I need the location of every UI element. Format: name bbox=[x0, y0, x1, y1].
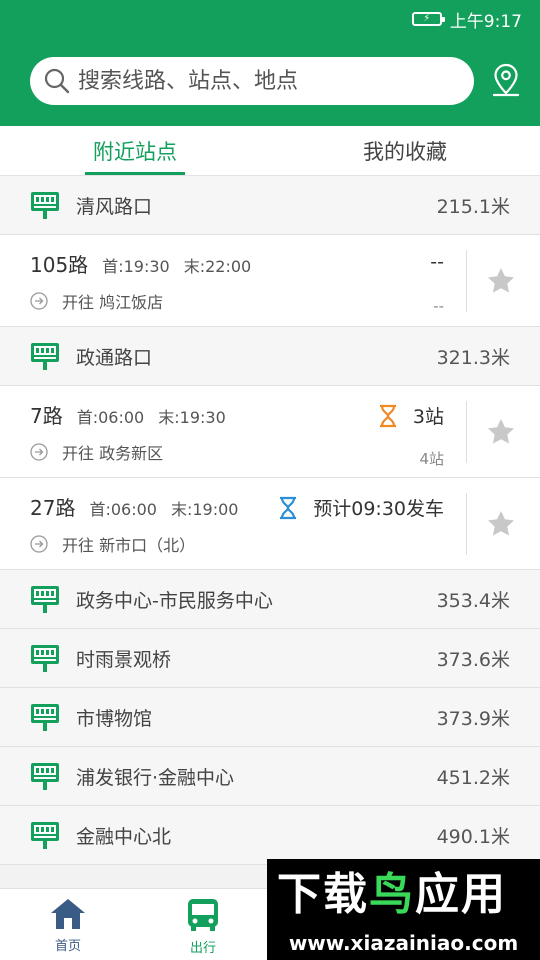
watermark-url: www.xiazainiao.com bbox=[288, 931, 519, 955]
route-last-time: 末:19:00 bbox=[170, 500, 239, 519]
arrival-status-text: 3站 bbox=[412, 406, 444, 428]
stop-row[interactable]: 浦发银行·金融中心 451.2米 bbox=[0, 747, 540, 806]
bus-icon bbox=[188, 899, 218, 931]
route-info: 27路 首:06:00 末:19:00 开往 新市口（北） 预计09:30发车 bbox=[0, 478, 466, 569]
stop-distance: 373.6米 bbox=[436, 648, 510, 671]
route-first-time: 首:19:30 bbox=[102, 257, 170, 276]
watermark-text-a: 下载 bbox=[277, 869, 369, 920]
search-icon bbox=[44, 68, 70, 94]
route-info: 7路 首:06:00 末:19:30 开往 政务新区 3站 4站 bbox=[0, 386, 466, 477]
route-name: 105路 bbox=[30, 253, 89, 277]
stop-name: 清风路口 bbox=[76, 195, 153, 218]
home-icon bbox=[51, 899, 85, 929]
stop-name: 时雨景观桥 bbox=[76, 648, 172, 671]
charging-icon: ⚡ bbox=[423, 13, 431, 24]
bus-stop-icon bbox=[30, 341, 60, 371]
stop-distance: 353.4米 bbox=[436, 589, 510, 612]
bus-stop-icon bbox=[30, 761, 60, 791]
hourglass-icon bbox=[280, 496, 297, 519]
app-header: ⚡ 上午9:17 bbox=[0, 0, 540, 126]
divider bbox=[466, 401, 467, 463]
stop-row[interactable]: 政通路口 321.3米 bbox=[0, 327, 540, 386]
bus-stop-icon bbox=[30, 702, 60, 732]
stop-name: 政通路口 bbox=[76, 346, 153, 369]
arrival-status-text: 预计09:30发车 bbox=[313, 498, 444, 520]
watermark-text-b: 鸟 bbox=[369, 869, 415, 920]
location-pin-icon bbox=[492, 63, 520, 97]
route-info: 105路 首:19:30 末:22:00 开往 鸠江饭店 -- -- bbox=[0, 235, 466, 326]
divider bbox=[466, 493, 467, 555]
favorite-star-icon[interactable] bbox=[486, 417, 516, 447]
nav-travel-label: 出行 bbox=[189, 941, 216, 956]
bus-stop-icon bbox=[30, 584, 60, 614]
route-name: 7路 bbox=[30, 404, 63, 428]
stop-distance: 215.1米 bbox=[436, 195, 510, 218]
bus-stop-icon bbox=[30, 820, 60, 850]
search-bar[interactable] bbox=[30, 57, 474, 105]
stop-row[interactable]: 清风路口 215.1米 bbox=[0, 176, 540, 235]
route-direction: 开往 新市口（北） bbox=[62, 536, 196, 555]
direction-arrow-icon bbox=[30, 292, 48, 310]
tab-bar: 附近站点 我的收藏 bbox=[0, 126, 540, 176]
watermark-logo: 下载鸟应用 bbox=[277, 865, 507, 925]
battery-icon: ⚡ bbox=[411, 12, 445, 26]
stop-row[interactable]: 时雨景观桥 373.6米 bbox=[0, 629, 540, 688]
status-time: 上午9:17 bbox=[449, 11, 522, 32]
direction-arrow-icon bbox=[30, 443, 48, 461]
tab-nearby-stops[interactable]: 附近站点 bbox=[0, 126, 270, 175]
route-row[interactable]: 105路 首:19:30 末:22:00 开往 鸠江饭店 -- -- bbox=[0, 235, 540, 327]
bus-stop-icon bbox=[30, 190, 60, 220]
stop-name: 政务中心-市民服务中心 bbox=[76, 589, 273, 612]
nav-travel[interactable]: 出行 bbox=[163, 897, 243, 956]
arrival-status: 预计09:30发车 bbox=[277, 494, 444, 521]
route-direction: 开往 政务新区 bbox=[62, 444, 164, 463]
stop-name: 浦发银行·金融中心 bbox=[76, 766, 235, 789]
stop-distance: 321.3米 bbox=[436, 346, 510, 369]
route-last-time: 末:22:00 bbox=[183, 257, 252, 276]
stop-row[interactable]: 金融中心北 490.1米 bbox=[0, 806, 540, 865]
search-input[interactable] bbox=[78, 68, 474, 94]
arrival-status: -- bbox=[430, 251, 444, 273]
stop-list: 清风路口 215.1米 105路 首:19:30 末:22:00 开往 鸠江饭店… bbox=[0, 176, 540, 865]
watermark-text-c: 应用 bbox=[415, 869, 507, 920]
bus-stop-icon bbox=[30, 643, 60, 673]
watermark: 下载鸟应用 www.xiazainiao.com bbox=[267, 859, 540, 960]
stop-distance: 451.2米 bbox=[436, 766, 510, 789]
arrival-status-text: -- bbox=[430, 251, 444, 273]
arrival-status: 3站 bbox=[377, 402, 444, 429]
nav-home-label: 首页 bbox=[54, 939, 81, 954]
stop-row[interactable]: 市博物馆 373.9米 bbox=[0, 688, 540, 747]
route-last-time: 末:19:30 bbox=[158, 408, 226, 427]
route-name: 27路 bbox=[30, 496, 76, 520]
stop-distance: 373.9米 bbox=[436, 707, 510, 730]
nav-home[interactable]: 首页 bbox=[28, 897, 108, 954]
stop-name: 市博物馆 bbox=[76, 707, 153, 730]
stop-row[interactable]: 政务中心-市民服务中心 353.4米 bbox=[0, 570, 540, 629]
favorite-star-icon[interactable] bbox=[486, 509, 516, 539]
stop-name: 金融中心北 bbox=[76, 825, 172, 848]
route-first-time: 首:06:00 bbox=[89, 500, 157, 519]
location-button[interactable] bbox=[486, 60, 526, 100]
route-first-time: 首:06:00 bbox=[76, 408, 145, 427]
direction-arrow-icon bbox=[30, 535, 48, 553]
divider bbox=[466, 250, 467, 312]
arrival-sub: 4站 bbox=[419, 450, 444, 468]
status-bar: ⚡ 上午9:17 bbox=[411, 8, 522, 32]
favorite-star-icon[interactable] bbox=[486, 266, 516, 296]
tab-favorites[interactable]: 我的收藏 bbox=[270, 126, 540, 175]
route-direction: 开往 鸠江饭店 bbox=[62, 293, 164, 312]
hourglass-icon bbox=[379, 404, 396, 427]
arrival-sub: -- bbox=[433, 297, 444, 315]
route-row[interactable]: 7路 首:06:00 末:19:30 开往 政务新区 3站 4站 bbox=[0, 386, 540, 478]
route-row[interactable]: 27路 首:06:00 末:19:00 开往 新市口（北） 预计09:30发车 bbox=[0, 478, 540, 570]
stop-distance: 490.1米 bbox=[436, 825, 510, 848]
